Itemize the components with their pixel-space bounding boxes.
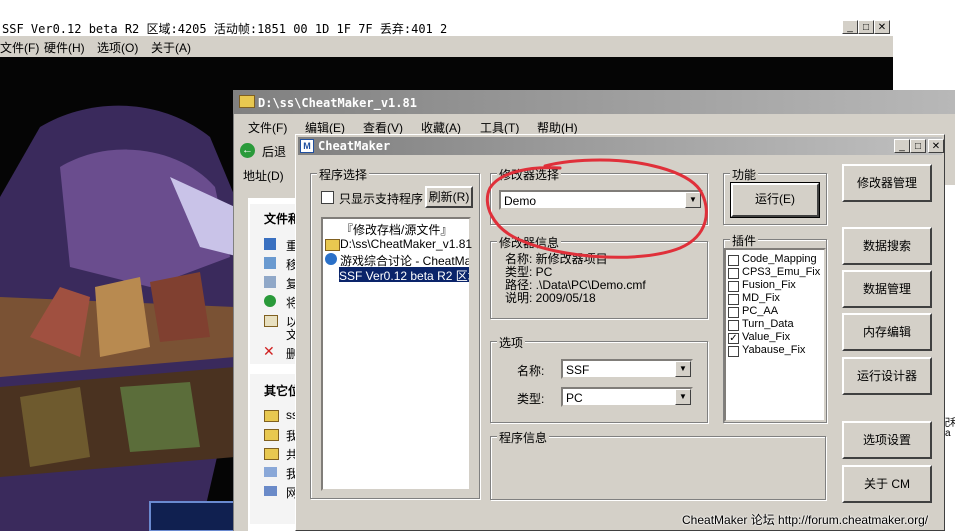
red-annotation-ellipse [485,158,708,259]
watermark: CheatMaker 论坛 http://forum.cheatmaker.or… [682,513,929,527]
